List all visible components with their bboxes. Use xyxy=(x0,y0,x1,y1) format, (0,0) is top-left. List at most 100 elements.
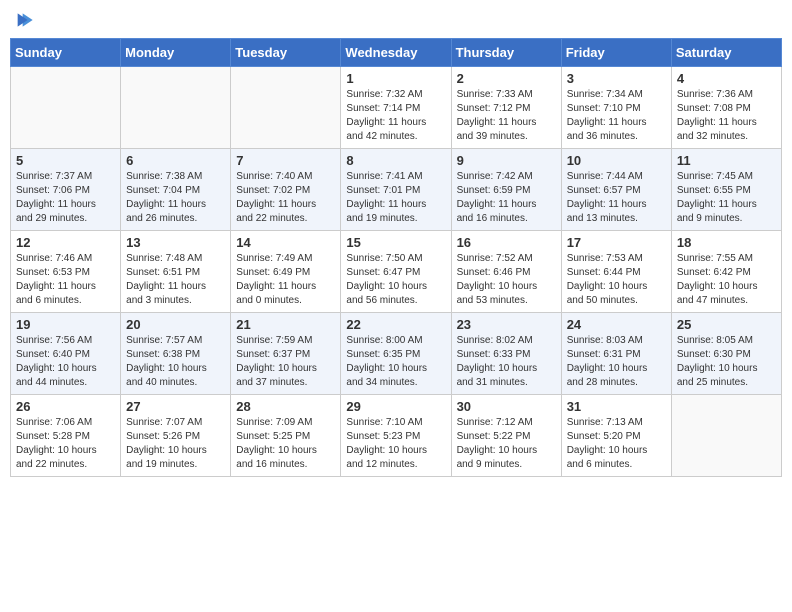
day-number: 1 xyxy=(346,71,445,86)
calendar-day-cell: 25Sunrise: 8:05 AM Sunset: 6:30 PM Dayli… xyxy=(671,313,781,395)
day-number: 11 xyxy=(677,153,776,168)
day-number: 26 xyxy=(16,399,115,414)
day-info: Sunrise: 7:42 AM Sunset: 6:59 PM Dayligh… xyxy=(457,170,556,226)
calendar-week-row: 26 Sunrise: 7:06 AM Sunset: 5:28 PM Dayli… xyxy=(11,395,782,477)
calendar-day-cell: 11Sunrise: 7:45 AM Sunset: 6:55 PM Dayli… xyxy=(671,149,781,231)
calendar-day-cell: 30 Sunrise: 7:12 AM Sunset: 5:22 PM Dayli… xyxy=(451,395,561,477)
logo xyxy=(14,10,36,30)
day-info: Sunrise: 7:53 AM Sunset: 6:44 PM Dayligh… xyxy=(567,252,666,308)
day-info: Sunrise: 7:36 AM Sunset: 7:08 PM Dayligh… xyxy=(677,88,776,144)
column-header-monday: Monday xyxy=(121,39,231,67)
day-number: 16 xyxy=(457,235,556,250)
calendar-day-cell: 3 Sunrise: 7:34 AM Sunset: 7:10 PM Daylig… xyxy=(561,67,671,149)
calendar-day-cell xyxy=(121,67,231,149)
day-number: 10 xyxy=(567,153,666,168)
calendar-day-cell: 31Sunrise: 7:13 AM Sunset: 5:20 PM Dayli… xyxy=(561,395,671,477)
calendar-header-row: SundayMondayTuesdayWednesdayThursdayFrid… xyxy=(11,39,782,67)
day-info: Sunrise: 8:00 AM Sunset: 6:35 PM Dayligh… xyxy=(346,334,445,390)
day-number: 7 xyxy=(236,153,335,168)
day-info: Sunrise: 7:10 AM Sunset: 5:23 PM Dayligh… xyxy=(346,416,445,472)
calendar-day-cell: 19 Sunrise: 7:56 AM Sunset: 6:40 PM Dayli… xyxy=(11,313,121,395)
calendar-day-cell: 21Sunrise: 7:59 AM Sunset: 6:37 PM Dayli… xyxy=(231,313,341,395)
calendar-day-cell: 12 Sunrise: 7:46 AM Sunset: 6:53 PM Dayli… xyxy=(11,231,121,313)
calendar-day-cell: 26 Sunrise: 7:06 AM Sunset: 5:28 PM Dayli… xyxy=(11,395,121,477)
column-header-wednesday: Wednesday xyxy=(341,39,451,67)
day-number: 2 xyxy=(457,71,556,86)
day-info: Sunrise: 7:46 AM Sunset: 6:53 PM Dayligh… xyxy=(16,252,115,308)
day-info: Sunrise: 7:34 AM Sunset: 7:10 PM Dayligh… xyxy=(567,88,666,144)
day-number: 19 xyxy=(16,317,115,332)
calendar-week-row: 19 Sunrise: 7:56 AM Sunset: 6:40 PM Dayli… xyxy=(11,313,782,395)
day-number: 22 xyxy=(346,317,445,332)
day-number: 3 xyxy=(567,71,666,86)
column-header-friday: Friday xyxy=(561,39,671,67)
day-info: Sunrise: 7:37 AM Sunset: 7:06 PM Dayligh… xyxy=(16,170,115,226)
calendar-day-cell: 23 Sunrise: 8:02 AM Sunset: 6:33 PM Dayli… xyxy=(451,313,561,395)
day-info: Sunrise: 7:09 AM Sunset: 5:25 PM Dayligh… xyxy=(236,416,335,472)
day-info: Sunrise: 7:44 AM Sunset: 6:57 PM Dayligh… xyxy=(567,170,666,226)
calendar-day-cell: 10 Sunrise: 7:44 AM Sunset: 6:57 PM Dayli… xyxy=(561,149,671,231)
day-number: 14 xyxy=(236,235,335,250)
calendar-day-cell xyxy=(671,395,781,477)
calendar-day-cell xyxy=(11,67,121,149)
logo-icon xyxy=(16,10,36,30)
day-number: 8 xyxy=(346,153,445,168)
day-number: 21 xyxy=(236,317,335,332)
day-number: 12 xyxy=(16,235,115,250)
calendar-week-row: 12 Sunrise: 7:46 AM Sunset: 6:53 PM Dayli… xyxy=(11,231,782,313)
calendar-day-cell: 18 Sunrise: 7:55 AM Sunset: 6:42 PM Dayli… xyxy=(671,231,781,313)
calendar-day-cell: 8 Sunrise: 7:41 AM Sunset: 7:01 PM Daylig… xyxy=(341,149,451,231)
calendar-day-cell: 27Sunrise: 7:07 AM Sunset: 5:26 PM Dayli… xyxy=(121,395,231,477)
day-info: Sunrise: 7:32 AM Sunset: 7:14 PM Dayligh… xyxy=(346,88,445,144)
day-info: Sunrise: 7:50 AM Sunset: 6:47 PM Dayligh… xyxy=(346,252,445,308)
calendar-day-cell: 20 Sunrise: 7:57 AM Sunset: 6:38 PM Dayli… xyxy=(121,313,231,395)
day-info: Sunrise: 7:40 AM Sunset: 7:02 PM Dayligh… xyxy=(236,170,335,226)
day-info: Sunrise: 8:02 AM Sunset: 6:33 PM Dayligh… xyxy=(457,334,556,390)
day-info: Sunrise: 7:38 AM Sunset: 7:04 PM Dayligh… xyxy=(126,170,225,226)
calendar-day-cell: 14 Sunrise: 7:49 AM Sunset: 6:49 PM Dayli… xyxy=(231,231,341,313)
day-number: 4 xyxy=(677,71,776,86)
day-number: 15 xyxy=(346,235,445,250)
day-number: 5 xyxy=(16,153,115,168)
day-number: 29 xyxy=(346,399,445,414)
day-number: 6 xyxy=(126,153,225,168)
day-number: 9 xyxy=(457,153,556,168)
day-info: Sunrise: 7:49 AM Sunset: 6:49 PM Dayligh… xyxy=(236,252,335,308)
day-number: 23 xyxy=(457,317,556,332)
day-info: Sunrise: 7:48 AM Sunset: 6:51 PM Dayligh… xyxy=(126,252,225,308)
calendar-week-row: 5 Sunrise: 7:37 AM Sunset: 7:06 PM Daylig… xyxy=(11,149,782,231)
calendar-day-cell: 29 Sunrise: 7:10 AM Sunset: 5:23 PM Dayli… xyxy=(341,395,451,477)
day-number: 13 xyxy=(126,235,225,250)
day-number: 18 xyxy=(677,235,776,250)
calendar-day-cell: 7 Sunrise: 7:40 AM Sunset: 7:02 PM Daylig… xyxy=(231,149,341,231)
day-info: Sunrise: 7:41 AM Sunset: 7:01 PM Dayligh… xyxy=(346,170,445,226)
calendar-day-cell: 13 Sunrise: 7:48 AM Sunset: 6:51 PM Dayli… xyxy=(121,231,231,313)
day-info: Sunrise: 7:56 AM Sunset: 6:40 PM Dayligh… xyxy=(16,334,115,390)
day-info: Sunrise: 7:55 AM Sunset: 6:42 PM Dayligh… xyxy=(677,252,776,308)
day-info: Sunrise: 7:57 AM Sunset: 6:38 PM Dayligh… xyxy=(126,334,225,390)
calendar-day-cell: 24Sunrise: 8:03 AM Sunset: 6:31 PM Dayli… xyxy=(561,313,671,395)
calendar-day-cell: 2Sunrise: 7:33 AM Sunset: 7:12 PM Daylig… xyxy=(451,67,561,149)
calendar-table: SundayMondayTuesdayWednesdayThursdayFrid… xyxy=(10,38,782,477)
day-number: 30 xyxy=(457,399,556,414)
column-header-tuesday: Tuesday xyxy=(231,39,341,67)
day-number: 25 xyxy=(677,317,776,332)
calendar-day-cell: 28 Sunrise: 7:09 AM Sunset: 5:25 PM Dayli… xyxy=(231,395,341,477)
calendar-day-cell: 9 Sunrise: 7:42 AM Sunset: 6:59 PM Daylig… xyxy=(451,149,561,231)
calendar-week-row: 1 Sunrise: 7:32 AM Sunset: 7:14 PM Daylig… xyxy=(11,67,782,149)
column-header-saturday: Saturday xyxy=(671,39,781,67)
column-header-thursday: Thursday xyxy=(451,39,561,67)
calendar-day-cell: 22 Sunrise: 8:00 AM Sunset: 6:35 PM Dayli… xyxy=(341,313,451,395)
day-info: Sunrise: 7:06 AM Sunset: 5:28 PM Dayligh… xyxy=(16,416,115,472)
day-info: Sunrise: 8:03 AM Sunset: 6:31 PM Dayligh… xyxy=(567,334,666,390)
day-number: 20 xyxy=(126,317,225,332)
calendar-day-cell: 16 Sunrise: 7:52 AM Sunset: 6:46 PM Dayli… xyxy=(451,231,561,313)
day-info: Sunrise: 7:12 AM Sunset: 5:22 PM Dayligh… xyxy=(457,416,556,472)
calendar-day-cell: 15 Sunrise: 7:50 AM Sunset: 6:47 PM Dayli… xyxy=(341,231,451,313)
day-info: Sunrise: 7:52 AM Sunset: 6:46 PM Dayligh… xyxy=(457,252,556,308)
column-header-sunday: Sunday xyxy=(11,39,121,67)
day-number: 28 xyxy=(236,399,335,414)
calendar-day-cell: 4 Sunrise: 7:36 AM Sunset: 7:08 PM Daylig… xyxy=(671,67,781,149)
calendar-day-cell: 17Sunrise: 7:53 AM Sunset: 6:44 PM Dayli… xyxy=(561,231,671,313)
calendar-day-cell: 6 Sunrise: 7:38 AM Sunset: 7:04 PM Daylig… xyxy=(121,149,231,231)
